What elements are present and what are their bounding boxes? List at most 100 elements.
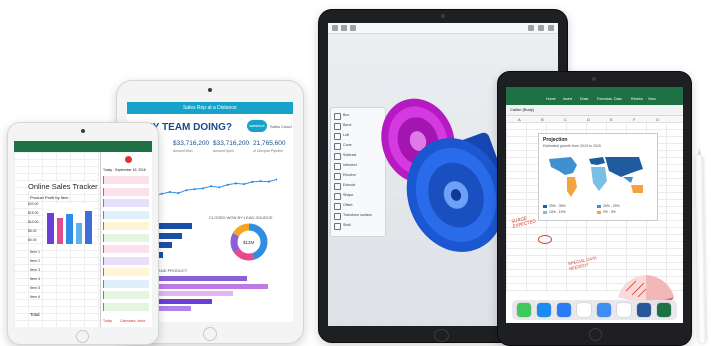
excel-header (14, 141, 152, 152)
kpi-label: Amount Open (213, 149, 234, 153)
ribbon-tab: View (648, 97, 656, 101)
y-tick-label: $0.00 (28, 238, 37, 242)
dock-app-messages-icon (517, 303, 531, 317)
front-camera (592, 77, 596, 81)
sheet-title: Online Sales Tracker (28, 182, 98, 191)
kpi-label: Amount Won (173, 149, 193, 153)
pipeline-point (275, 178, 277, 181)
pipeline-point (185, 189, 188, 192)
calendar-event (103, 291, 149, 299)
y-tick-label: $10.00 (28, 220, 39, 224)
legend-swatch (543, 205, 547, 208)
profit-bar (47, 213, 54, 244)
kpi-card: $33,716,200 Amount Open (213, 140, 253, 162)
home-button (589, 328, 602, 341)
salesforce-logo-text: salesforce (249, 124, 265, 128)
pencil-tip (697, 147, 702, 156)
front-camera (441, 14, 445, 18)
item-row-label: Item 5 (30, 286, 40, 290)
y-tick-label: $15.00 (28, 211, 39, 215)
dock-app-safari-icon (537, 303, 551, 317)
kpi-card: 21,765,600 of Lifecycle Pipeline (253, 140, 293, 162)
pipeline-point (168, 190, 171, 194)
home-button (203, 327, 217, 341)
calendar-event (103, 302, 149, 311)
legend-label: 0% - 9% (603, 210, 616, 214)
dock-app-music-icon (577, 303, 591, 317)
ipad-pro-small: Home Insert Draw Formulas Data Review View Cal… (497, 71, 692, 346)
item-row-label: Item 1 (30, 250, 40, 254)
item-row-label: Item 6 (30, 295, 40, 299)
app-dock (512, 300, 677, 320)
item-rows: Item 1 Item 2 Item 3 Item 4 Item 5 Item 6 (28, 250, 98, 310)
excel-screen: Online Sales Tracker Product Profit by I… (14, 141, 152, 327)
front-camera (208, 88, 212, 92)
calendar-event (103, 268, 149, 276)
apple-pencil (695, 147, 707, 344)
column-header: D (587, 116, 590, 122)
calendar-event (103, 210, 149, 219)
home-button (76, 330, 89, 343)
map-chart-subtitle: Estimated growth from 2015 to 2020 (543, 144, 601, 148)
legend-swatch (597, 211, 601, 214)
excel-sheet-area: Online Sales Tracker Product Profit by I… (14, 152, 101, 327)
chart-title: Product Profit by Item (30, 195, 69, 200)
sf-topbar: Sales Rep at a Distance (127, 102, 293, 114)
kpi-value: $33,716,200 (173, 140, 210, 147)
legend-label: 20% - 29% (603, 204, 620, 208)
ipad-lineup-photo: Box Bend Loft Cone Subtract Intersect Revolve E… (0, 0, 711, 346)
y-tick-label: $5.00 (28, 229, 37, 233)
profit-bar (85, 211, 92, 244)
legend-label: 10% - 19% (549, 210, 566, 214)
font-name: Calibri (Body) (510, 107, 535, 112)
calendar-panel: Today - September 15, 2016 Today Calendar… (101, 152, 152, 327)
map-chart: Projection Estimated growth from 2015 to… (538, 133, 658, 221)
calendar-event (103, 176, 149, 184)
ribbon-tab: Draw (580, 97, 589, 101)
pipeline-point (267, 180, 270, 183)
pipeline-point (160, 192, 163, 195)
circled-marker (538, 235, 552, 244)
item-row-label: Item 3 (30, 268, 40, 272)
calendar-footer-link: Inbox (137, 319, 146, 323)
ribbon-tabs: Home Insert Draw Formulas Data Review View (546, 97, 676, 103)
ribbon-tab: Home (546, 97, 556, 101)
map-chart-title: Projection (543, 137, 568, 143)
salesforce-logo: salesforce (247, 120, 267, 132)
kpi-card: $33,716,200 Amount Won (173, 140, 213, 162)
calendar-event (103, 245, 149, 253)
calendar-footer-link: Today (103, 319, 113, 323)
calendar-events (103, 176, 150, 316)
legend-swatch (597, 205, 601, 208)
excel-map-screen: Home Insert Draw Formulas Data Review View Cal… (506, 87, 683, 323)
sf-topbar-title: Sales Rep at a Distance (183, 105, 237, 111)
calendar-date: Today - September 15, 2016 (103, 168, 146, 172)
profit-bar-chart (44, 204, 94, 244)
legend-label: 29% - 39% (549, 204, 566, 208)
calendar-event (103, 199, 149, 207)
total-label: Total (30, 312, 40, 317)
pipeline-point (193, 188, 196, 191)
map-legend: 29% - 39% 20% - 29% 10% - 19% 0% - 9% (543, 204, 653, 218)
pipeline-point (218, 186, 221, 189)
home-button (434, 329, 449, 342)
profit-bar (66, 214, 73, 244)
pipeline-point (259, 180, 262, 183)
calendar-event (103, 187, 149, 196)
profit-bar (56, 218, 63, 244)
brand-sub: Sales Cloud (270, 124, 292, 129)
calendar-footer: Today Calendars Inbox (101, 318, 152, 326)
formatting-bar: Calibri (Body) (506, 105, 683, 116)
calendar-week (103, 156, 150, 164)
ribbon-tab: Insert (563, 97, 572, 101)
ipad-mini: Online Sales Tracker Product Profit by I… (7, 122, 159, 345)
pipeline-point (210, 185, 213, 188)
item-row-label: Item 4 (30, 277, 40, 281)
column-header: B (541, 116, 544, 122)
dock-app-mail-icon (557, 303, 571, 317)
ribbon-tab: Data (614, 97, 622, 101)
pipeline-point (251, 180, 254, 183)
profit-bar (75, 223, 82, 244)
calendar-event (103, 222, 149, 230)
kpi-value: $33,716,200 (213, 140, 250, 147)
